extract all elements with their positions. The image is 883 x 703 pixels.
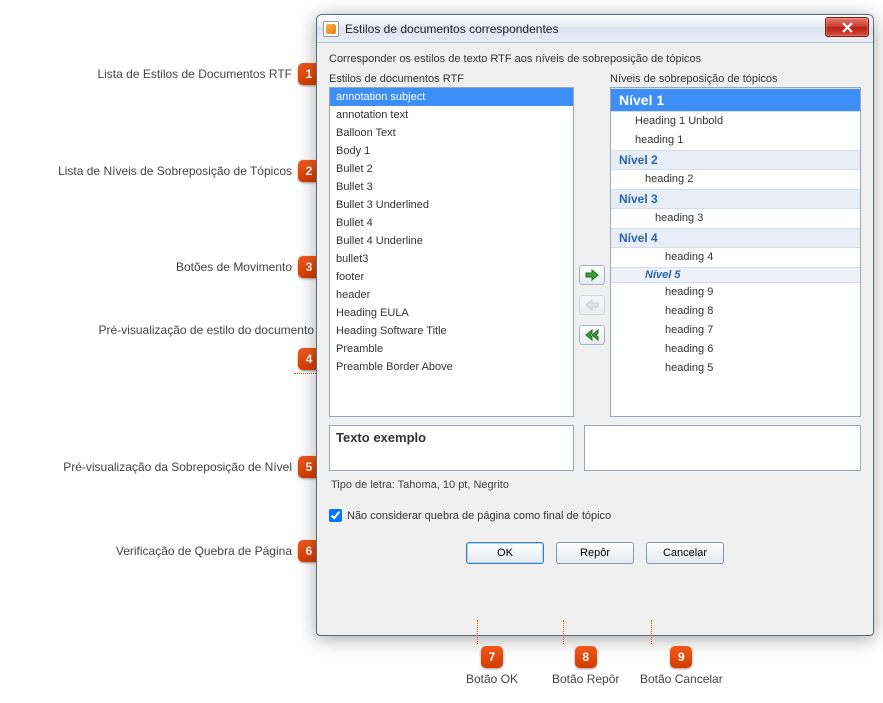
titlebar[interactable]: Estilos de documentos correspondentes: [317, 15, 873, 43]
move-all-left-button[interactable]: [579, 325, 605, 345]
level-item[interactable]: Heading 1 Unbold: [611, 112, 860, 131]
rtf-style-item[interactable]: header: [330, 286, 573, 304]
rtf-style-item[interactable]: Bullet 2: [330, 160, 573, 178]
preview-text: Texto exemplo: [336, 430, 426, 445]
intro-text: Corresponder os estilos de texto RTF aos…: [329, 53, 861, 65]
levels-label: Níveis de sobreposição de tópicos: [610, 73, 861, 85]
close-icon: [842, 22, 853, 33]
double-arrow-left-icon: [585, 329, 599, 341]
page-break-checkbox[interactable]: [329, 509, 342, 522]
dialog-body: Corresponder os estilos de texto RTF aos…: [317, 43, 873, 572]
connector: [651, 620, 652, 644]
callout-label: Lista de Níveis de Sobreposição de Tópic…: [58, 164, 298, 178]
dialog-window: Estilos de documentos correspondentes Co…: [316, 14, 874, 636]
ok-button[interactable]: OK: [466, 542, 544, 564]
connector: [477, 620, 478, 644]
move-left-button[interactable]: [579, 295, 605, 315]
rtf-style-item[interactable]: Heading Software Title: [330, 322, 573, 340]
rtf-styles-list[interactable]: annotation subjectannotation textBalloon…: [329, 87, 574, 417]
callout-label: Botão OK: [466, 668, 518, 686]
rtf-style-item[interactable]: Balloon Text: [330, 124, 573, 142]
connector: [563, 620, 564, 644]
levels-column: Níveis de sobreposição de tópicos Nível …: [610, 73, 861, 417]
level-header[interactable]: Nível 5: [611, 267, 860, 283]
callout-7: 7 Botão OK: [466, 646, 518, 686]
level-item[interactable]: heading 1: [611, 131, 860, 150]
rtf-styles-column: Estilos de documentos RTF annotation sub…: [329, 73, 574, 417]
callout-4-badge: 4: [270, 348, 320, 370]
rtf-style-item[interactable]: Preamble Border Above: [330, 358, 573, 376]
level-item[interactable]: heading 5: [611, 359, 860, 378]
window-title: Estilos de documentos correspondentes: [345, 22, 558, 36]
rtf-style-item[interactable]: Bullet 3 Underlined: [330, 196, 573, 214]
arrow-right-icon: [585, 269, 599, 281]
level-header[interactable]: Nível 3: [611, 189, 860, 209]
document-style-preview: Texto exemplo: [329, 425, 574, 471]
level-item[interactable]: heading 4: [611, 248, 860, 267]
move-buttons-column: [574, 73, 610, 417]
callout-label: Botão Cancelar: [640, 668, 723, 686]
rtf-style-item[interactable]: bullet3: [330, 250, 573, 268]
rtf-style-item[interactable]: annotation text: [330, 106, 573, 124]
move-right-button[interactable]: [579, 265, 605, 285]
level-overlay-preview: [584, 425, 861, 471]
callout-4: Pré-visualização de estilo do documento: [0, 323, 320, 337]
dialog-button-row: OK Repôr Cancelar: [329, 542, 861, 564]
callout-label: Botões de Movimento: [176, 260, 298, 274]
rtf-style-item[interactable]: Preamble: [330, 340, 573, 358]
app-icon: [323, 21, 339, 37]
cancel-button[interactable]: Cancelar: [646, 542, 724, 564]
rtf-style-item[interactable]: Bullet 3: [330, 178, 573, 196]
level-header[interactable]: Nível 4: [611, 228, 860, 248]
callout-9: 9 Botão Cancelar: [640, 646, 723, 686]
level-item[interactable]: heading 3: [611, 209, 860, 228]
rtf-style-item[interactable]: footer: [330, 268, 573, 286]
callout-5: Pré-visualização da Sobreposição de Níve…: [0, 456, 320, 478]
level-item[interactable]: heading 8: [611, 302, 860, 321]
rtf-style-item[interactable]: Bullet 4: [330, 214, 573, 232]
callout-8: 8 Botão Repôr: [552, 646, 619, 686]
callout-label: Lista de Estilos de Documentos RTF: [97, 67, 298, 81]
callout-badge: 8: [575, 646, 597, 668]
arrow-left-icon: [585, 299, 599, 311]
font-description: Tipo de letra: Tahoma, 10 pt, Negrito: [329, 477, 861, 493]
rtf-style-item[interactable]: Body 1: [330, 142, 573, 160]
reset-button[interactable]: Repôr: [556, 542, 634, 564]
level-header[interactable]: Nível 2: [611, 150, 860, 170]
close-button[interactable]: [825, 17, 869, 37]
page-break-label: Não considerar quebra de página como fin…: [347, 510, 611, 522]
callout-label: Verificação de Quebra de Página: [116, 544, 298, 558]
callout-1: Lista de Estilos de Documentos RTF 1: [0, 63, 320, 85]
callout-label: Botão Repôr: [552, 668, 619, 686]
level-header[interactable]: Nível 1: [611, 88, 860, 112]
callout-badge: 9: [670, 646, 692, 668]
callout-label: Pré-visualização da Sobreposição de Níve…: [63, 460, 298, 474]
callout-label: Pré-visualização de estilo do documento: [99, 323, 320, 337]
levels-tree[interactable]: Nível 1Heading 1 Unboldheading 1Nível 2h…: [610, 87, 861, 417]
callout-2: Lista de Níveis de Sobreposição de Tópic…: [0, 160, 320, 182]
callout-6: Verificação de Quebra de Página 6: [0, 540, 320, 562]
rtf-style-item[interactable]: Bullet 4 Underline: [330, 232, 573, 250]
callout-badge: 7: [481, 646, 503, 668]
rtf-style-item[interactable]: Heading EULA: [330, 304, 573, 322]
rtf-style-item[interactable]: annotation subject: [330, 88, 573, 106]
level-item[interactable]: heading 7: [611, 321, 860, 340]
level-item[interactable]: heading 6: [611, 340, 860, 359]
level-item[interactable]: heading 9: [611, 283, 860, 302]
rtf-styles-label: Estilos de documentos RTF: [329, 73, 574, 85]
level-item[interactable]: heading 2: [611, 170, 860, 189]
callout-3: Botões de Movimento 3: [0, 256, 320, 278]
page-break-checkbox-row: Não considerar quebra de página como fin…: [329, 509, 861, 522]
